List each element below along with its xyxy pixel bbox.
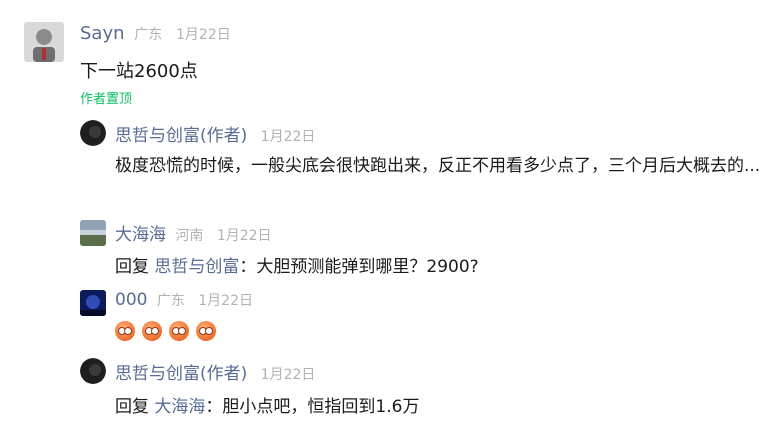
reply-text: 回复 思哲与创富：大胆预测能弹到哪里？2900?: [115, 252, 479, 277]
emoji-icon: [169, 320, 190, 341]
reply-date: 1月22日: [260, 367, 316, 383]
emoji-icon: [196, 320, 217, 341]
reply-date: 1月22日: [198, 293, 253, 309]
comment-location: 广东: [134, 27, 163, 43]
comment-author[interactable]: Sayn 广东 1月22日: [80, 23, 231, 44]
reply-prefix: 回复: [115, 257, 149, 277]
reply-author[interactable]: 大海海 河南 1月22日: [115, 220, 272, 245]
reply-to-user[interactable]: 大海海: [154, 397, 205, 417]
reply-text: 回复 大海海：胆小点吧，恒指回到1.6万: [115, 392, 419, 417]
reply-prefix: 回复: [115, 397, 149, 417]
avatar[interactable]: [80, 120, 106, 146]
reply-author[interactable]: 思哲与创富(作者) 1月22日: [115, 359, 315, 384]
emoji-icon: [142, 320, 163, 341]
avatar[interactable]: [24, 22, 64, 62]
reply-to-user[interactable]: 思哲与创富: [154, 257, 239, 277]
reply-text: 极度恐慌的时候，一般尖底会很快跑出来，反正不用看多少点了，三个月后大概去的...: [115, 156, 761, 176]
reply-location: 河南: [175, 228, 204, 244]
reply-author[interactable]: 000 广东 1月22日: [115, 290, 253, 310]
avatar[interactable]: [80, 220, 106, 246]
pinned-badge: 作者置顶: [80, 92, 133, 107]
reply-author[interactable]: 思哲与创富(作者) 1月22日: [115, 121, 315, 146]
reply-body: ：胆小点吧，恒指回到1.6万: [205, 397, 420, 417]
avatar[interactable]: [80, 290, 106, 316]
reply-date: 1月22日: [216, 228, 272, 244]
comment-text: 下一站2600点: [80, 61, 198, 82]
reply-date: 1月22日: [260, 129, 316, 145]
reply-location: 广东: [156, 293, 185, 309]
reply-emojis: [115, 320, 218, 341]
reply-body: ：大胆预测能弹到哪里？2900?: [239, 257, 479, 277]
avatar[interactable]: [80, 358, 106, 384]
emoji-icon: [115, 320, 135, 341]
comment-date: 1月22日: [176, 27, 231, 43]
